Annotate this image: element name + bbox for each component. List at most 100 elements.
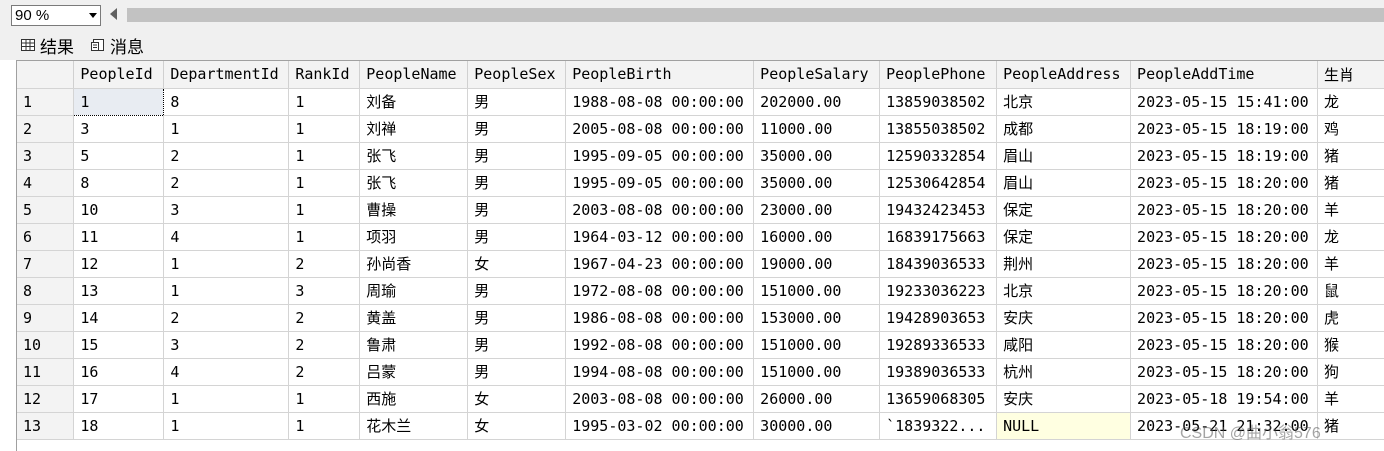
grid-cell[interactable]: `1839322... bbox=[879, 412, 998, 440]
grid-cell[interactable]: 19428903653 bbox=[879, 304, 998, 332]
zoom-select[interactable]: 90 % bbox=[11, 5, 101, 26]
grid-cell[interactable]: 猪 bbox=[1317, 142, 1384, 170]
grid-cell[interactable]: 8 bbox=[163, 88, 290, 116]
row-number-cell[interactable]: 11 bbox=[17, 358, 75, 386]
table-row[interactable]: 1 1 8 1 刘备男 1988-08-08 00:00:00 202000.00 13859… bbox=[17, 87, 1384, 116]
column-header[interactable]: PeopleName bbox=[359, 61, 469, 89]
row-number-cell[interactable]: 6 bbox=[17, 223, 75, 251]
grid-cell[interactable]: 男 bbox=[467, 142, 567, 170]
grid-cell[interactable]: 刘禅 bbox=[359, 115, 469, 143]
grid-cell[interactable]: 黄盖 bbox=[359, 304, 469, 332]
grid-cell[interactable]: 1 bbox=[288, 196, 361, 224]
grid-cell[interactable]: 8 bbox=[73, 169, 165, 197]
grid-cell[interactable]: 2 bbox=[288, 331, 361, 359]
scroll-left-arrow-icon[interactable] bbox=[110, 8, 117, 20]
grid-cell[interactable]: 孙尚香 bbox=[359, 250, 469, 278]
grid-cell[interactable]: 4 bbox=[163, 223, 290, 251]
grid-cell[interactable]: 2023-05-15 18:20:00 bbox=[1130, 196, 1319, 224]
column-header[interactable]: PeopleId bbox=[73, 61, 165, 89]
grid-cell[interactable]: 羊 bbox=[1317, 250, 1384, 278]
grid-cell[interactable]: 2023-05-15 18:20:00 bbox=[1130, 250, 1319, 278]
row-number-cell[interactable]: 5 bbox=[17, 196, 75, 224]
horizontal-scrollbar[interactable] bbox=[127, 8, 1384, 22]
grid-cell[interactable]: 2023-05-15 18:20:00 bbox=[1130, 331, 1319, 359]
row-number-cell[interactable]: 1 bbox=[17, 88, 75, 116]
grid-cell[interactable]: 13659068305 bbox=[879, 385, 998, 413]
grid-cell[interactable]: 4 bbox=[163, 358, 290, 386]
grid-cell[interactable]: 3 bbox=[288, 277, 361, 305]
grid-cell[interactable]: 龙 bbox=[1317, 223, 1384, 251]
grid-cell[interactable]: 2 bbox=[163, 142, 290, 170]
grid-cell[interactable]: 3 bbox=[73, 115, 165, 143]
grid-cell[interactable]: 35000.00 bbox=[753, 169, 881, 197]
grid-cell[interactable]: 男 bbox=[467, 331, 567, 359]
grid-cell[interactable]: 30000.00 bbox=[753, 412, 881, 440]
grid-cell[interactable]: 19389036533 bbox=[879, 358, 998, 386]
table-row[interactable]: 9 14 2 2 黄盖男 1986-08-08 00:00:00 153000.00 1942… bbox=[17, 304, 1384, 332]
grid-cell[interactable]: 5 bbox=[73, 142, 165, 170]
chevron-down-icon[interactable] bbox=[89, 13, 97, 18]
table-row[interactable]: 7 12 1 2 孙尚香女 1967-04-23 00:00:00 19000.00 1843… bbox=[17, 250, 1384, 278]
grid-cell[interactable]: 19233036223 bbox=[879, 277, 998, 305]
grid-cell[interactable]: 猪 bbox=[1317, 169, 1384, 197]
grid-cell[interactable]: 153000.00 bbox=[753, 304, 881, 332]
grid-cell[interactable]: 1 bbox=[288, 115, 361, 143]
grid-cell[interactable]: 安庆 bbox=[996, 304, 1132, 332]
row-number-cell[interactable]: 13 bbox=[17, 412, 75, 440]
column-header[interactable]: PeopleSalary bbox=[753, 61, 881, 89]
grid-cell[interactable]: 2023-05-15 18:19:00 bbox=[1130, 115, 1319, 143]
grid-cell[interactable]: 女 bbox=[467, 412, 567, 440]
grid-cell[interactable]: 鼠 bbox=[1317, 277, 1384, 305]
grid-cell[interactable]: 花木兰 bbox=[359, 412, 469, 440]
grid-cell[interactable]: 2023-05-15 18:20:00 bbox=[1130, 223, 1319, 251]
row-number-cell[interactable]: 8 bbox=[17, 277, 75, 305]
grid-cell[interactable]: 1995-09-05 00:00:00 bbox=[565, 169, 755, 197]
grid-cell[interactable]: 1992-08-08 00:00:00 bbox=[565, 331, 755, 359]
grid-cell[interactable]: 2023-05-15 18:19:00 bbox=[1130, 142, 1319, 170]
grid-cell[interactable]: 1 bbox=[163, 385, 290, 413]
row-number-cell[interactable]: 3 bbox=[17, 142, 75, 170]
grid-cell[interactable]: 1967-04-23 00:00:00 bbox=[565, 250, 755, 278]
grid-cell[interactable]: 1995-03-02 00:00:00 bbox=[565, 412, 755, 440]
grid-cell[interactable]: 1 bbox=[288, 385, 361, 413]
corner-cell[interactable] bbox=[17, 61, 75, 89]
grid-cell[interactable]: 35000.00 bbox=[753, 142, 881, 170]
grid-cell[interactable]: 眉山 bbox=[996, 169, 1132, 197]
grid-cell[interactable]: 13859038502 bbox=[879, 88, 998, 116]
grid-cell[interactable]: 男 bbox=[467, 196, 567, 224]
grid-cell[interactable]: 男 bbox=[467, 223, 567, 251]
grid-cell[interactable]: 2003-08-08 00:00:00 bbox=[565, 196, 755, 224]
grid-cell[interactable]: 1 bbox=[288, 169, 361, 197]
tab-messages[interactable]: 消息 bbox=[90, 34, 144, 58]
grid-cell[interactable]: 11 bbox=[73, 223, 165, 251]
grid-cell[interactable]: 项羽 bbox=[359, 223, 469, 251]
row-number-cell[interactable]: 2 bbox=[17, 115, 75, 143]
grid-cell[interactable]: 19000.00 bbox=[753, 250, 881, 278]
grid-cell[interactable]: 3 bbox=[163, 331, 290, 359]
grid-cell[interactable]: 16000.00 bbox=[753, 223, 881, 251]
grid-cell[interactable]: 2023-05-18 19:54:00 bbox=[1130, 385, 1319, 413]
grid-cell[interactable]: 2023-05-15 18:20:00 bbox=[1130, 304, 1319, 332]
grid-cell[interactable]: 19289336533 bbox=[879, 331, 998, 359]
table-row[interactable]: 6 11 4 1 项羽男 1964-03-12 00:00:00 16000.00 16839… bbox=[17, 223, 1384, 251]
grid-cell[interactable]: 12 bbox=[73, 250, 165, 278]
grid-cell[interactable]: NULL bbox=[996, 412, 1132, 440]
grid-cell[interactable]: 北京 bbox=[996, 277, 1132, 305]
row-number-cell[interactable]: 4 bbox=[17, 169, 75, 197]
grid-cell[interactable]: 151000.00 bbox=[753, 358, 881, 386]
tab-results[interactable]: 结果 bbox=[20, 34, 74, 58]
column-header[interactable]: 生肖 bbox=[1317, 61, 1384, 89]
grid-cell[interactable]: 11000.00 bbox=[753, 115, 881, 143]
grid-cell[interactable]: 张飞 bbox=[359, 142, 469, 170]
grid-cell[interactable]: 鸡 bbox=[1317, 115, 1384, 143]
column-header[interactable]: PeoplePhone bbox=[879, 61, 998, 89]
grid-cell[interactable]: 1 bbox=[163, 115, 290, 143]
grid-cell[interactable]: 男 bbox=[467, 88, 567, 116]
grid-cell[interactable]: 14 bbox=[73, 304, 165, 332]
grid-cell[interactable]: 26000.00 bbox=[753, 385, 881, 413]
grid-cell[interactable]: 眉山 bbox=[996, 142, 1132, 170]
table-row[interactable]: 10 15 3 2 鲁肃男 1992-08-08 00:00:00 151000.00 192… bbox=[17, 331, 1384, 359]
grid-cell[interactable]: 女 bbox=[467, 385, 567, 413]
grid-cell[interactable]: 吕蒙 bbox=[359, 358, 469, 386]
column-header[interactable]: RankId bbox=[288, 61, 361, 89]
